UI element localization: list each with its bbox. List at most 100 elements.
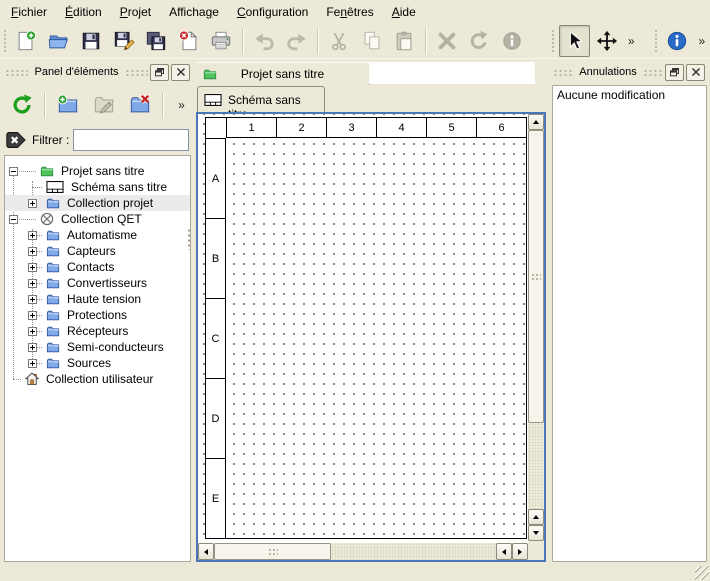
save-as-button[interactable] <box>108 25 139 57</box>
expand-expander[interactable] <box>28 327 37 336</box>
expand-expander[interactable] <box>28 231 37 240</box>
toolbar-overflow-2[interactable]: » <box>695 26 709 56</box>
move-tool-button[interactable] <box>592 25 623 57</box>
save-button[interactable] <box>76 25 107 57</box>
filter-input[interactable] <box>73 129 189 151</box>
collapse-expander[interactable] <box>9 215 18 224</box>
titlebar-texture <box>5 68 28 77</box>
toolbar-handle[interactable] <box>653 28 658 54</box>
elements-panel-titlebar[interactable]: Panel d'éléments <box>2 62 193 82</box>
vertical-scroll-thumb[interactable] <box>528 130 544 423</box>
folder-icon <box>45 196 61 210</box>
main-toolbar: »» <box>0 23 710 59</box>
tree-item-capteurs[interactable]: Capteurs <box>5 243 190 259</box>
cut-button-disabled[interactable] <box>324 25 355 57</box>
menu-edition[interactable]: Édition <box>56 1 111 22</box>
clear-filter-icon[interactable] <box>6 130 28 150</box>
horizontal-scroll-thumb[interactable] <box>214 543 331 560</box>
menu-projet[interactable]: Projet <box>111 1 160 22</box>
scroll-down-button[interactable] <box>528 525 544 541</box>
expand-expander[interactable] <box>28 199 37 208</box>
scroll-left-button-2[interactable] <box>496 543 512 560</box>
toolbar-handle[interactable] <box>2 28 7 54</box>
close-file-button[interactable] <box>174 25 205 57</box>
tree-item-projet-sans-titre[interactable]: Projet sans titre <box>5 163 190 179</box>
tree-item-automatisme[interactable]: Automatisme <box>5 227 190 243</box>
save-all-button[interactable] <box>141 25 172 57</box>
scroll-right-button[interactable] <box>512 543 528 560</box>
tab-schema[interactable]: Schéma sans titre <box>197 86 325 113</box>
elements-tree: Projet sans titreSchéma sans titreCollec… <box>4 155 191 562</box>
toolbar-handle[interactable] <box>550 28 555 54</box>
vertical-scroll-track[interactable] <box>528 423 544 509</box>
print-button[interactable] <box>206 25 237 57</box>
undo-panel-titlebar[interactable]: Annulations <box>550 62 708 82</box>
tree-item-convertisseurs[interactable]: Convertisseurs <box>5 275 190 291</box>
close-dock-button[interactable] <box>686 64 705 81</box>
edit-category-button-disabled[interactable] <box>88 89 120 121</box>
paste-button-disabled[interactable] <box>389 25 420 57</box>
panel-toolbar-overflow[interactable]: » <box>174 90 189 120</box>
tree-item-protections[interactable]: Protections <box>5 307 190 323</box>
undo-history-list[interactable]: Aucune modification <box>552 85 707 562</box>
menu-fenetres[interactable]: Fenêtres <box>317 1 382 22</box>
copy-button-disabled[interactable] <box>356 25 387 57</box>
undo-panel-dock: Annulations Aucune modification <box>550 60 708 563</box>
tree-item-collection-qet[interactable]: Collection QET <box>5 211 190 227</box>
qet-icon <box>39 212 55 226</box>
new-document-button[interactable] <box>11 25 42 57</box>
select-cursor-button[interactable] <box>559 25 590 57</box>
toolbar-overflow-1[interactable]: » <box>624 26 638 56</box>
diagram-view[interactable]: 123456ABCDE <box>196 112 546 562</box>
tabbar-empty-area <box>369 62 535 84</box>
tab-project[interactable]: Projet sans titre <box>196 62 370 85</box>
expand-expander[interactable] <box>28 279 37 288</box>
scroll-up-button[interactable] <box>528 114 544 130</box>
menu-configuration[interactable]: Configuration <box>228 1 317 22</box>
tree-item-haute-tension[interactable]: Haute tension <box>5 291 190 307</box>
menu-fichier[interactable]: Fichier <box>2 1 56 22</box>
save-all-icon <box>145 30 167 52</box>
tree-item-contacts[interactable]: Contacts <box>5 259 190 275</box>
scroll-up-button-2[interactable] <box>528 509 544 525</box>
tree-item-recepteurs[interactable]: Récepteurs <box>5 323 190 339</box>
vertical-scrollbar[interactable] <box>528 114 544 543</box>
edit-category-icon <box>93 94 115 116</box>
expand-expander[interactable] <box>28 343 37 352</box>
frame-corner-cell <box>206 118 226 138</box>
horizontal-scrollbar[interactable] <box>198 543 528 560</box>
collapse-expander[interactable] <box>9 167 18 176</box>
expand-expander[interactable] <box>28 247 37 256</box>
redo-button-disabled[interactable] <box>281 25 312 57</box>
expand-expander[interactable] <box>28 263 37 272</box>
float-dock-button[interactable] <box>150 64 169 81</box>
menu-affichage[interactable]: Affichage <box>160 1 228 22</box>
delete-button-disabled[interactable] <box>432 25 463 57</box>
info-blue-button[interactable] <box>662 25 693 57</box>
delete-category-button[interactable] <box>124 89 156 121</box>
info-gray-button-disabled[interactable] <box>497 25 528 57</box>
delete-icon <box>436 30 458 52</box>
tree-item-collection-utilisateur[interactable]: Collection utilisateur <box>5 371 190 387</box>
reload-button[interactable] <box>6 89 38 121</box>
menu-aide[interactable]: Aide <box>383 1 425 22</box>
horizontal-scroll-track[interactable] <box>331 543 496 560</box>
expand-expander[interactable] <box>28 359 37 368</box>
diagram-canvas[interactable]: 123456ABCDE <box>198 114 528 543</box>
tree-item-collection-projet[interactable]: Collection projet <box>5 195 190 211</box>
scroll-left-button[interactable] <box>198 543 214 560</box>
close-dock-button[interactable] <box>171 64 190 81</box>
float-dock-button[interactable] <box>665 64 684 81</box>
open-file-button[interactable] <box>43 25 74 57</box>
expand-expander[interactable] <box>28 295 37 304</box>
expand-expander[interactable] <box>28 311 37 320</box>
tree-item-label: Récepteurs <box>67 324 128 339</box>
undo-button-disabled[interactable] <box>249 25 280 57</box>
resize-grip[interactable] <box>695 566 709 580</box>
rotate-button-disabled[interactable] <box>464 25 495 57</box>
new-category-button[interactable] <box>52 89 84 121</box>
tree-item-schema-sans-titre[interactable]: Schéma sans titre <box>5 179 190 195</box>
tree-item-sources[interactable]: Sources <box>5 355 190 371</box>
tree-item-semi-conducteurs[interactable]: Semi-conducteurs <box>5 339 190 355</box>
dock-splitter-handle[interactable] <box>187 228 192 250</box>
